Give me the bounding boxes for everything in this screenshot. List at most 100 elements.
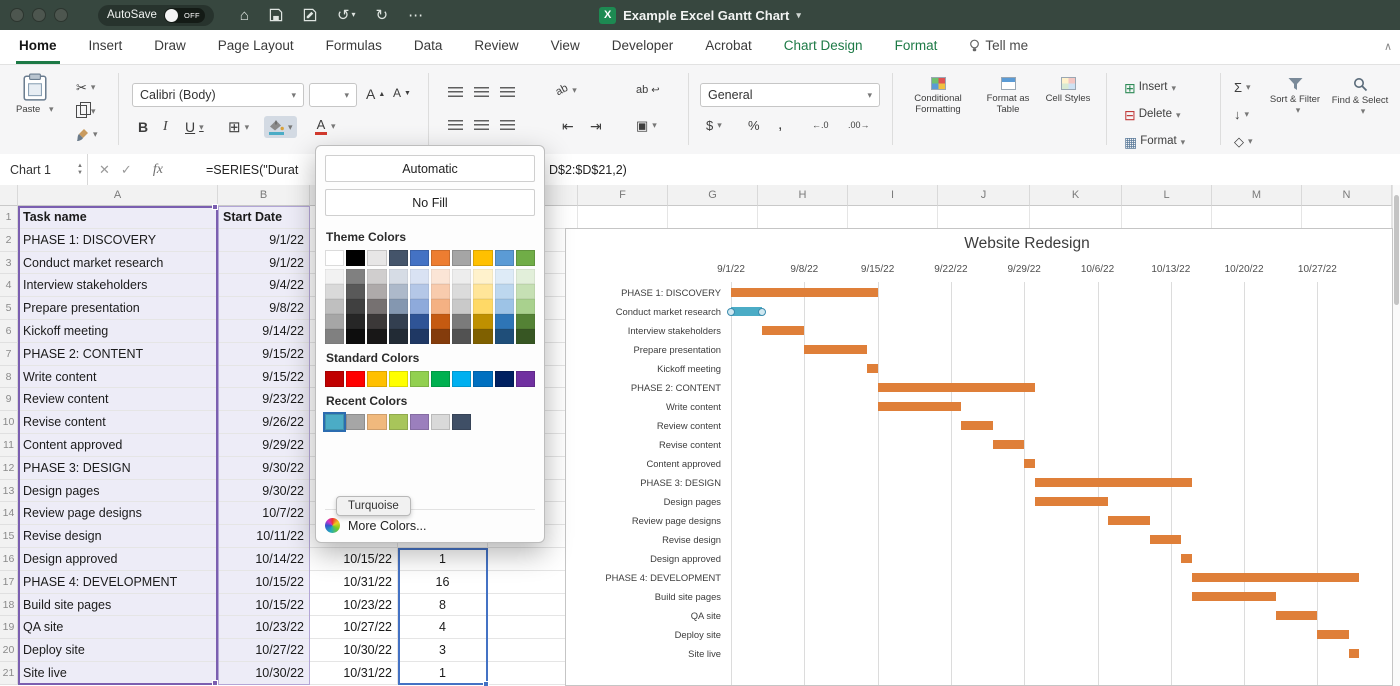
color-swatch[interactable] <box>495 284 514 299</box>
color-swatch[interactable] <box>495 250 514 266</box>
cell[interactable]: 8 <box>398 594 488 617</box>
color-swatch[interactable] <box>410 299 429 314</box>
gantt-task-label[interactable]: Design pages <box>566 492 721 511</box>
name-box[interactable]: Chart 1 ▲▼ <box>0 154 88 185</box>
more-commands-button[interactable]: ⋯ <box>408 8 423 23</box>
cell[interactable]: Prepare presentation <box>18 297 218 320</box>
color-swatch[interactable] <box>452 414 471 430</box>
gantt-task-label[interactable]: PHASE 3: DESIGN <box>566 473 721 492</box>
cell[interactable]: Interview stakeholders <box>18 274 218 297</box>
bar-resize-handle-left[interactable] <box>727 308 735 316</box>
comma-style-button[interactable]: , <box>778 117 782 133</box>
gantt-chart[interactable]: Website Redesign 9/1/229/8/229/15/229/22… <box>565 228 1393 686</box>
clear-button[interactable]: ◇▾ <box>1234 135 1253 148</box>
gantt-task-label[interactable]: Review page designs <box>566 511 721 530</box>
cell[interactable]: 10/30/22 <box>310 639 398 662</box>
tab-data[interactable]: Data <box>411 30 446 64</box>
cell[interactable]: 9/23/22 <box>218 388 310 411</box>
cell[interactable]: Design pages <box>18 480 218 503</box>
cell[interactable]: 9/26/22 <box>218 411 310 434</box>
insert-cells-button[interactable]: ⊞ Insert▾ <box>1124 81 1176 95</box>
align-left-button[interactable] <box>448 120 463 131</box>
color-swatch[interactable] <box>389 329 408 344</box>
tab-formulas[interactable]: Formulas <box>323 30 385 64</box>
gantt-bar[interactable] <box>867 364 877 373</box>
merge-center-button[interactable]: ▣▾ <box>636 119 657 132</box>
row-header[interactable]: 16 <box>0 548 18 571</box>
cell[interactable]: 9/1/22 <box>218 252 310 275</box>
color-swatch[interactable] <box>495 329 514 344</box>
axis-tick-label[interactable]: 9/29/22 <box>1008 264 1041 275</box>
color-swatch[interactable] <box>431 299 450 314</box>
delete-cells-button[interactable]: ⊟ Delete▾ <box>1124 108 1181 122</box>
cell[interactable]: Design approved <box>18 548 218 571</box>
save-icon[interactable] <box>269 8 283 22</box>
cell[interactable]: Revise content <box>18 411 218 434</box>
column-header-B[interactable]: B <box>218 185 310 206</box>
find-select-button[interactable]: Find & Select ▾ <box>1330 77 1390 118</box>
color-swatch[interactable] <box>431 284 450 299</box>
cell[interactable]: 10/31/22 <box>310 662 398 685</box>
gantt-task-label[interactable]: PHASE 1: DISCOVERY <box>566 283 721 302</box>
gantt-bar[interactable] <box>1035 478 1192 487</box>
row-header[interactable]: 10 <box>0 411 18 434</box>
color-swatch[interactable] <box>452 269 471 284</box>
gantt-bar[interactable] <box>1317 630 1348 639</box>
color-swatch[interactable] <box>389 414 408 430</box>
align-right-button[interactable] <box>500 120 515 131</box>
close-window-button[interactable] <box>10 8 24 22</box>
color-swatch[interactable] <box>389 284 408 299</box>
color-swatch[interactable] <box>516 329 535 344</box>
row-header[interactable]: 19 <box>0 616 18 639</box>
cell[interactable]: 10/23/22 <box>310 594 398 617</box>
color-swatch[interactable] <box>410 414 429 430</box>
align-center-button[interactable] <box>474 120 489 131</box>
gantt-task-label[interactable]: Prepare presentation <box>566 340 721 359</box>
format-as-table-button[interactable]: Format as Table <box>980 77 1036 116</box>
gantt-bar[interactable] <box>961 421 992 430</box>
color-swatch[interactable] <box>410 314 429 329</box>
fill-handle-values[interactable] <box>483 681 489 686</box>
color-swatch[interactable] <box>367 250 386 266</box>
cell[interactable]: Conduct market research <box>18 252 218 275</box>
color-swatch[interactable] <box>431 414 450 430</box>
save-as-icon[interactable] <box>303 8 317 22</box>
color-swatch[interactable] <box>325 329 344 344</box>
cell[interactable]: 10/11/22 <box>218 525 310 548</box>
color-swatch[interactable] <box>389 371 408 387</box>
gantt-bar[interactable] <box>993 440 1024 449</box>
color-swatch[interactable] <box>452 329 471 344</box>
color-swatch[interactable] <box>495 299 514 314</box>
cell[interactable]: 10/14/22 <box>218 548 310 571</box>
color-swatch[interactable] <box>325 414 344 430</box>
align-bottom-button[interactable] <box>500 87 515 98</box>
cell-styles-button[interactable]: Cell Styles <box>1042 77 1094 104</box>
color-swatch[interactable] <box>325 299 344 314</box>
cell[interactable] <box>848 206 938 229</box>
color-swatch[interactable] <box>325 269 344 284</box>
row-header[interactable]: 21 <box>0 662 18 685</box>
cell[interactable]: 3 <box>398 639 488 662</box>
color-swatch[interactable] <box>452 284 471 299</box>
color-swatch[interactable] <box>346 250 365 266</box>
increase-indent-button[interactable]: ⇥ <box>590 119 602 133</box>
axis-tick-label[interactable]: 9/15/22 <box>861 264 894 275</box>
gantt-bar[interactable] <box>1349 649 1359 658</box>
gantt-task-label[interactable]: Interview stakeholders <box>566 321 721 340</box>
fill-button[interactable]: ↓▾ <box>1234 108 1249 121</box>
name-box-stepper[interactable]: ▲▼ <box>77 163 83 176</box>
fill-handle[interactable] <box>212 680 218 686</box>
cell[interactable]: Review page designs <box>18 502 218 525</box>
tab-acrobat[interactable]: Acrobat <box>702 30 755 64</box>
tab-developer[interactable]: Developer <box>609 30 677 64</box>
row-header[interactable]: 13 <box>0 480 18 503</box>
sort-filter-button[interactable]: Sort & Filter ▾ <box>1268 77 1322 117</box>
color-swatch[interactable] <box>495 371 514 387</box>
color-swatch[interactable] <box>346 329 365 344</box>
color-swatch[interactable] <box>473 250 492 266</box>
tab-review[interactable]: Review <box>471 30 521 64</box>
color-swatch[interactable] <box>389 250 408 266</box>
cell[interactable]: Content approved <box>18 434 218 457</box>
gantt-bar[interactable] <box>1108 516 1150 525</box>
gantt-bar[interactable] <box>1150 535 1181 544</box>
